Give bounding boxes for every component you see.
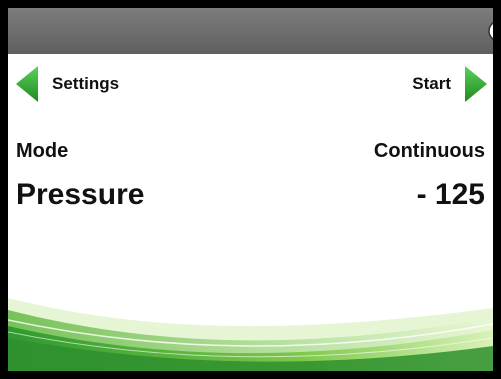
start-nav-label: Start	[412, 74, 451, 93]
nav-row: Settings Start	[8, 60, 493, 108]
mode-value: Continuous	[373, 140, 485, 162]
settings-back-button[interactable]: Settings	[14, 60, 119, 108]
left-arrow-icon	[16, 66, 38, 102]
status-bar	[8, 8, 493, 54]
pressure-label: Pressure	[16, 178, 145, 211]
back-nav-label: Settings	[52, 74, 120, 93]
mode-label: Mode	[16, 140, 69, 162]
pressure-value: - 125	[416, 178, 485, 211]
start-button[interactable]: Start	[412, 60, 489, 108]
device-frame: Settings Start Mode Continuous Pressure …	[0, 0, 501, 379]
right-arrow-icon	[465, 66, 487, 102]
clock-icon	[488, 22, 493, 40]
screen: Settings Start Mode Continuous Pressure …	[8, 8, 493, 371]
decorative-swoosh	[8, 298, 493, 371]
